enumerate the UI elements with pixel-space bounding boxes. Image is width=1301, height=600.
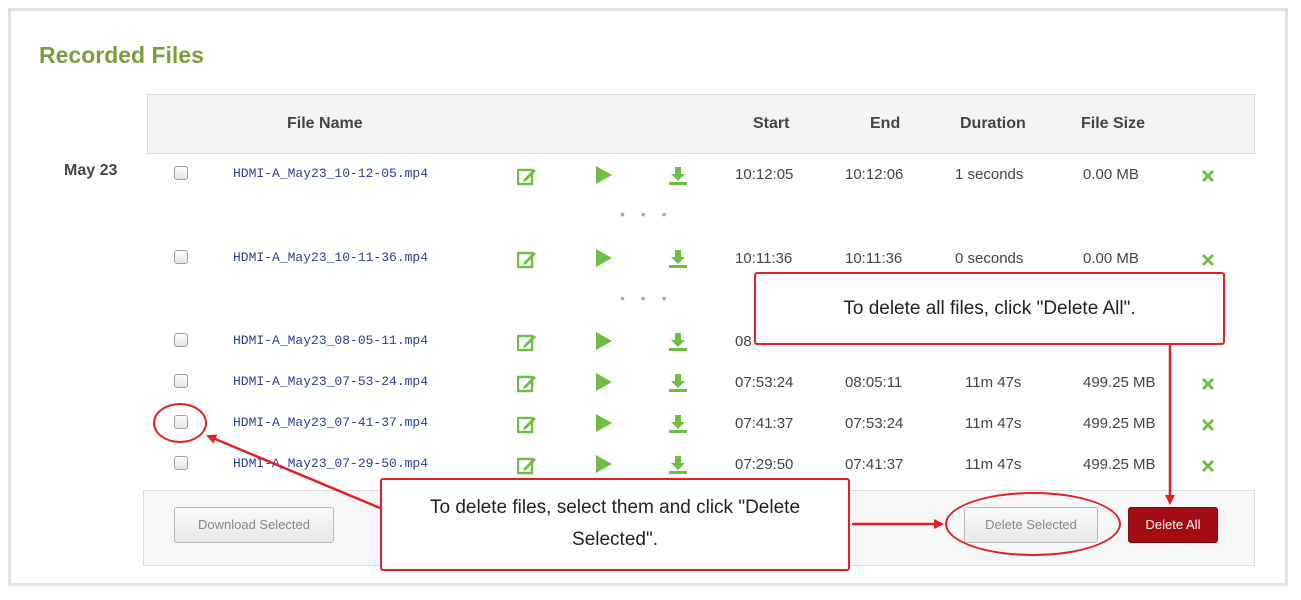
- checkbox-highlight-circle: [153, 403, 207, 443]
- callout-delete-selected: To delete files, select them and click "…: [380, 478, 850, 571]
- arrow-to-checkbox: [206, 434, 381, 510]
- delete-selected-highlight-circle: [945, 492, 1121, 556]
- callout-delete-all: To delete all files, click "Delete All".: [754, 272, 1225, 345]
